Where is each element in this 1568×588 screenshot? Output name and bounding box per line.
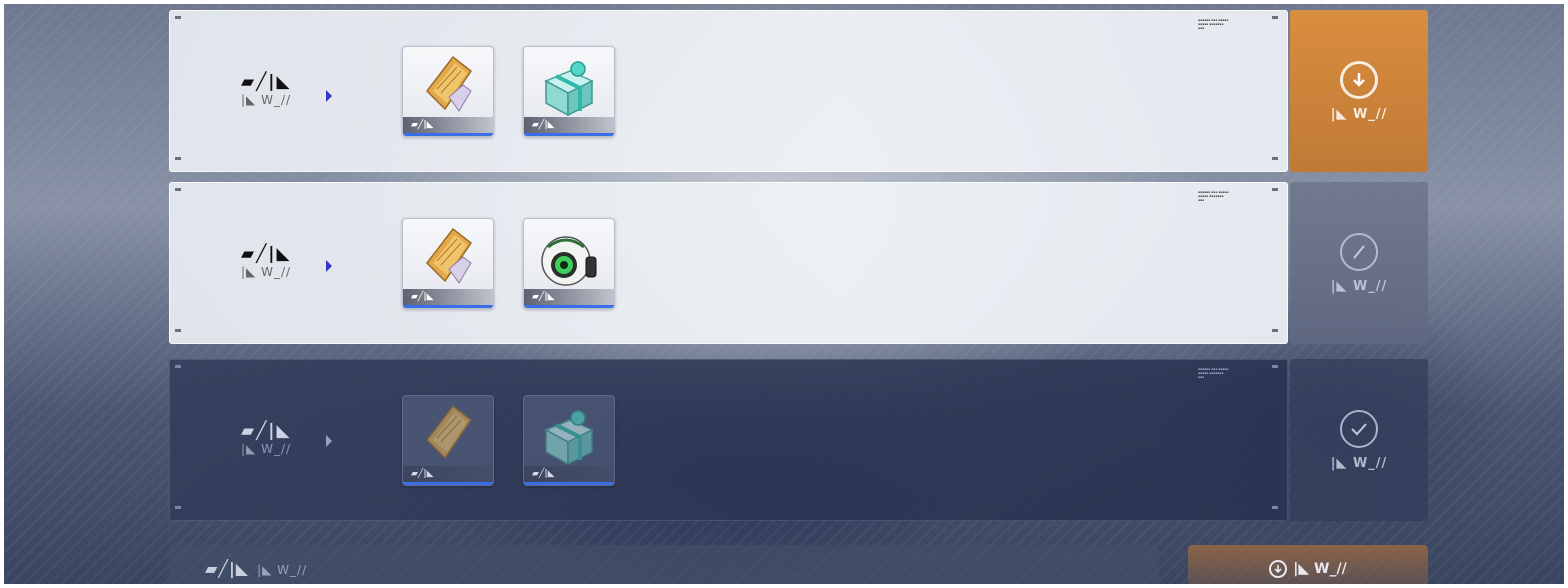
claim-button[interactable]: |◣ W_// [1290,10,1428,172]
item-tag: ▰╱|◣ [403,117,493,133]
tier-title: ▰╱|◣ [241,72,292,92]
fine-print: ▪▪▪▪▪▪ ▪▪▪ ▪▪▪▪▪ ▪▪▪▪▪ ▪▪▪▪▪▪▪ ▪▪▪ [1198,190,1229,202]
gift-box-icon [544,61,594,117]
item-tag: ▰╱|◣ [524,117,614,133]
reward-item-camera-orb[interactable]: ▰╱|◣ [523,218,615,309]
corner-mark [1272,188,1278,191]
claim-all-panel: ▰╱|◣ |◣ W_// [169,545,1159,584]
rarity-bar [403,305,493,308]
reward-item-gold-ticket[interactable]: ▰╱|◣ [402,218,494,309]
background: ▪▪▪▪▪▪ ▪▪▪ ▪▪▪▪▪ ▪▪▪▪▪ ▪▪▪▪▪▪▪ ▪▪▪ ▰╱|◣ |◣… [4,4,1564,584]
checkmark-circle-icon [1340,409,1378,448]
corner-mark [1272,157,1278,160]
claim-all-bar: ▰╱|◣ |◣ W_// |◣ W_// [169,545,1428,584]
reward-row-2: ▪▪▪▪▪▪ ▪▪▪ ▪▪▪▪▪ ▪▪▪▪▪ ▪▪▪▪▪▪▪ ▪▪▪ ▰╱|◣ |◣… [169,182,1428,344]
locked-button[interactable]: |◣ W_// [1290,182,1428,344]
tier-title: ▰╱|◣ [241,244,292,264]
gold-ticket-icon [426,55,473,112]
locked-label: |◣ W_// [1330,278,1388,294]
reward-item-gold-ticket[interactable]: ▰╱|◣ [402,46,494,137]
item-tag: ▰╱|◣ [524,289,614,305]
item-tag: ▰╱|◣ [403,466,493,482]
claim-all-subtitle: |◣ W_// [257,563,308,577]
fine-print: ▪▪▪▪▪▪ ▪▪▪ ▪▪▪▪▪ ▪▪▪▪▪ ▪▪▪▪▪▪▪ ▪▪▪ [1198,18,1229,30]
tier-label: ▰╱|◣ |◣ W_// [241,421,331,456]
chevron-right-icon [326,90,332,102]
claimed-label: |◣ W_// [1330,455,1388,471]
corner-mark [175,506,181,509]
item-tag: ▰╱|◣ [403,289,493,305]
claimed-button[interactable]: |◣ W_// [1290,359,1428,521]
reward-row-panel: ▪▪▪▪▪▪ ▪▪▪ ▪▪▪▪▪ ▪▪▪▪▪ ▪▪▪▪▪▪▪ ▪▪▪ ▰╱|◣ |◣… [169,359,1288,521]
camera-orb-icon [541,236,597,286]
gold-ticket-icon [426,404,473,460]
tier-title: ▰╱|◣ [241,421,292,441]
reward-item-gift-box[interactable]: ▰╱|◣ [523,395,615,486]
rarity-bar [403,482,493,485]
rarity-bar [403,133,493,136]
gift-box-icon [544,410,594,466]
forbidden-circle-icon [1340,232,1378,271]
tier-subtitle: |◣ W_// [241,265,292,279]
fine-print: ▪▪▪▪▪▪ ▪▪▪ ▪▪▪▪▪ ▪▪▪▪▪ ▪▪▪▪▪▪▪ ▪▪▪ [1198,367,1229,379]
download-circle-icon [1269,559,1288,578]
claim-all-title: ▰╱|◣ [205,559,250,578]
reward-row-panel: ▪▪▪▪▪▪ ▪▪▪ ▪▪▪▪▪ ▪▪▪▪▪ ▪▪▪▪▪▪▪ ▪▪▪ ▰╱|◣ |◣… [169,10,1288,172]
corner-mark [175,329,181,332]
corner-mark [175,16,181,19]
download-circle-icon [1340,60,1378,99]
claim-all-button-label: |◣ W_// [1293,560,1347,577]
claim-all-text: ▰╱|◣ |◣ W_// [205,559,307,578]
claim-label: |◣ W_// [1330,106,1388,122]
tier-subtitle: |◣ W_// [241,442,292,456]
tier-label: ▰╱|◣ |◣ W_// [241,244,331,279]
corner-mark [175,188,181,191]
corner-mark [175,157,181,160]
item-tag: ▰╱|◣ [524,466,614,482]
reward-item-gold-ticket[interactable]: ▰╱|◣ [402,395,494,486]
corner-mark [1272,506,1278,509]
reward-row-1: ▪▪▪▪▪▪ ▪▪▪ ▪▪▪▪▪ ▪▪▪▪▪ ▪▪▪▪▪▪▪ ▪▪▪ ▰╱|◣ |◣… [169,10,1428,172]
rarity-bar [524,482,614,485]
gold-ticket-icon [426,227,473,284]
rarity-bar [524,305,614,308]
corner-mark [1272,16,1278,19]
corner-mark [1272,329,1278,332]
claim-all-button[interactable]: |◣ W_// [1188,545,1428,584]
chevron-right-icon [326,435,332,447]
reward-item-gift-box[interactable]: ▰╱|◣ [523,46,615,137]
chevron-right-icon [326,260,332,272]
reward-row-panel: ▪▪▪▪▪▪ ▪▪▪ ▪▪▪▪▪ ▪▪▪▪▪ ▪▪▪▪▪▪▪ ▪▪▪ ▰╱|◣ |◣… [169,182,1288,344]
corner-mark [175,365,181,368]
reward-row-3: ▪▪▪▪▪▪ ▪▪▪ ▪▪▪▪▪ ▪▪▪▪▪ ▪▪▪▪▪▪▪ ▪▪▪ ▰╱|◣ |◣… [169,359,1428,521]
tier-subtitle: |◣ W_// [241,93,292,107]
tier-label: ▰╱|◣ |◣ W_// [241,72,331,107]
rarity-bar [524,133,614,136]
corner-mark [1272,365,1278,368]
